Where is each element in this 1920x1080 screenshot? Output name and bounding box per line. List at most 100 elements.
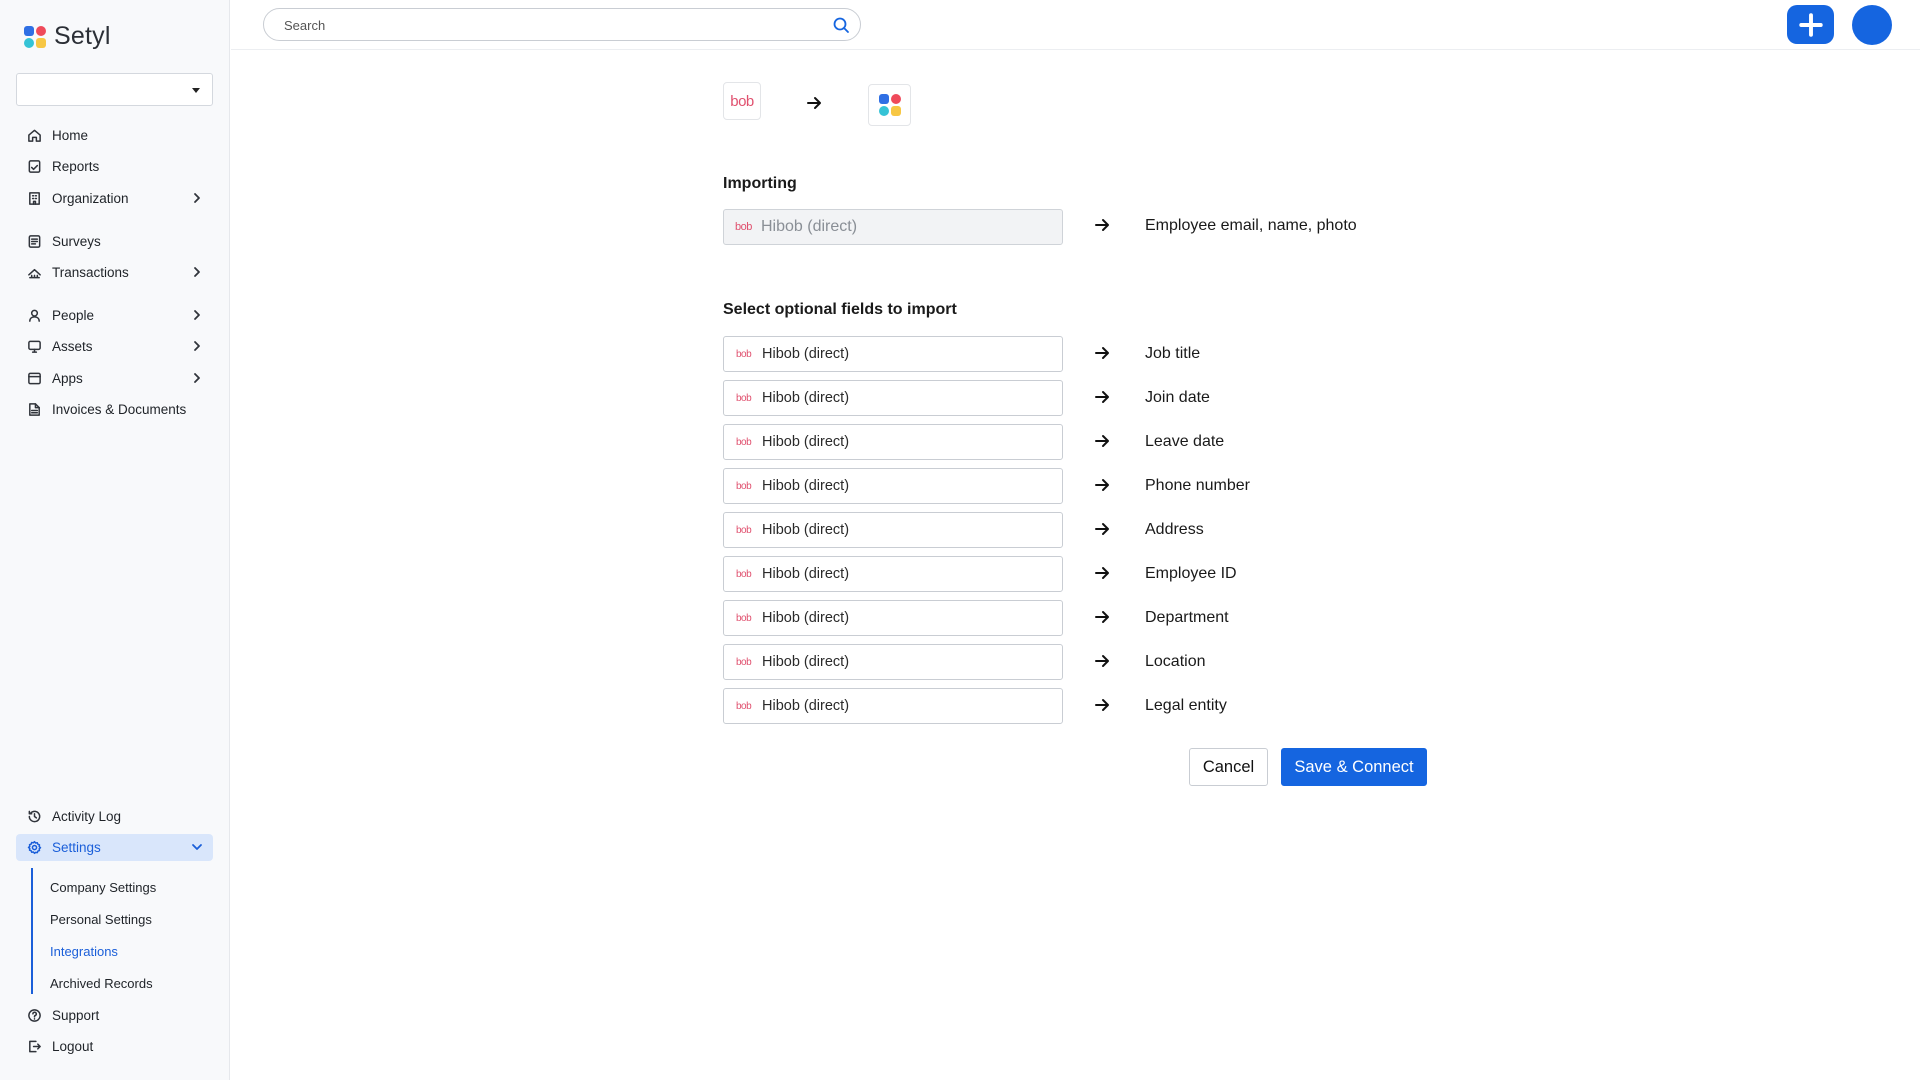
sidebar-item-apps[interactable]: Apps bbox=[16, 365, 213, 392]
arrow-right-icon bbox=[1094, 565, 1112, 583]
importing-title: Importing bbox=[723, 175, 797, 192]
field-source-select[interactable]: bob Hibob (direct) bbox=[723, 556, 1063, 592]
logout-icon bbox=[26, 1039, 42, 1055]
field-source-select[interactable]: bob Hibob (direct) bbox=[723, 336, 1063, 372]
sidebar-item-label: Transactions bbox=[52, 265, 129, 280]
sidebar-item-logout[interactable]: Logout bbox=[16, 1033, 213, 1060]
chevron-right-icon bbox=[191, 340, 203, 352]
field-target-label: Job title bbox=[1145, 345, 1201, 362]
field-value: Hibob (direct) bbox=[762, 434, 850, 450]
brand-logo[interactable]: Setyl bbox=[24, 22, 111, 51]
sidebar-item-activity-log[interactable]: Activity Log bbox=[16, 803, 213, 830]
settings-subnav: Company Settings Personal Settings Integ… bbox=[31, 868, 211, 994]
chevron-right-icon bbox=[191, 309, 203, 321]
sidebar-item-assets[interactable]: Assets bbox=[16, 333, 213, 360]
subnav-item-integrations[interactable]: Integrations bbox=[50, 944, 118, 959]
field-source-select[interactable]: bob Hibob (direct) bbox=[723, 380, 1063, 416]
subnav-item-company-settings[interactable]: Company Settings bbox=[50, 880, 156, 895]
home-icon bbox=[26, 128, 42, 144]
field-value: Hibob (direct) bbox=[762, 610, 850, 626]
sidebar-item-surveys[interactable]: Surveys bbox=[16, 228, 213, 255]
hibob-logo-icon: bob bbox=[736, 348, 752, 360]
hibob-logo-icon: bob bbox=[736, 700, 752, 712]
importing-source-field: bob Hibob (direct) bbox=[723, 209, 1063, 245]
field-source-select[interactable]: bob Hibob (direct) bbox=[723, 644, 1063, 680]
field-source-select[interactable]: bob Hibob (direct) bbox=[723, 424, 1063, 460]
field-target-label: Join date bbox=[1145, 389, 1210, 406]
field-source-select[interactable]: bob Hibob (direct) bbox=[723, 688, 1063, 724]
caret-down-icon bbox=[192, 88, 200, 93]
search-icon[interactable] bbox=[832, 16, 850, 34]
chevron-right-icon bbox=[191, 192, 203, 204]
sidebar-item-label: Assets bbox=[52, 339, 93, 354]
search-box bbox=[263, 8, 861, 41]
sidebar-item-invoices[interactable]: Invoices & Documents bbox=[16, 396, 213, 423]
field-target-label: Leave date bbox=[1145, 433, 1225, 450]
arrow-right-icon bbox=[1094, 609, 1112, 627]
cancel-button[interactable]: Cancel bbox=[1189, 748, 1268, 786]
importing-target: Employee email, name, photo bbox=[1145, 217, 1357, 234]
help-icon bbox=[26, 1008, 42, 1024]
hibob-logo-icon: bob bbox=[736, 568, 752, 580]
sidebar-item-reports[interactable]: Reports bbox=[16, 153, 213, 180]
arrow-right-icon bbox=[1094, 697, 1112, 715]
sidebar-item-label: Invoices & Documents bbox=[52, 402, 187, 417]
arrow-right-icon bbox=[1094, 653, 1112, 671]
arrow-right-icon bbox=[1094, 217, 1112, 235]
history-icon bbox=[26, 809, 42, 825]
chevron-right-icon bbox=[191, 372, 203, 384]
transactions-icon bbox=[26, 265, 42, 281]
chevron-down-icon bbox=[191, 841, 203, 853]
optional-fields-title: Select optional fields to import bbox=[723, 301, 957, 318]
add-button[interactable] bbox=[1787, 5, 1834, 44]
arrow-right-icon bbox=[1094, 521, 1112, 539]
field-value: Hibob (direct) bbox=[762, 390, 850, 406]
gear-icon bbox=[26, 840, 42, 856]
sidebar-item-settings[interactable]: Settings bbox=[16, 834, 213, 861]
sidebar-item-transactions[interactable]: Transactions bbox=[16, 259, 213, 286]
building-icon bbox=[26, 191, 42, 207]
field-value: Hibob (direct) bbox=[762, 346, 850, 362]
hibob-logo-icon: bob bbox=[735, 221, 752, 233]
field-value: Hibob (direct) bbox=[762, 698, 850, 714]
hibob-logo-icon: bob bbox=[736, 480, 752, 492]
sidebar-item-support[interactable]: Support bbox=[16, 1002, 213, 1029]
field-target-label: Department bbox=[1145, 609, 1229, 626]
hibob-logo-icon: bob bbox=[736, 656, 752, 668]
organization-select[interactable] bbox=[16, 73, 213, 106]
field-source-select[interactable]: bob Hibob (direct) bbox=[723, 512, 1063, 548]
hibob-logo: bob bbox=[723, 82, 761, 120]
sidebar-item-label: Logout bbox=[52, 1039, 94, 1054]
apps-icon bbox=[26, 371, 42, 387]
top-bar bbox=[231, 0, 1920, 50]
hibob-logo-icon: bob bbox=[736, 436, 752, 448]
avatar[interactable] bbox=[1852, 5, 1892, 45]
reports-icon bbox=[26, 159, 42, 175]
field-source-select[interactable]: bob Hibob (direct) bbox=[723, 468, 1063, 504]
field-value: Hibob (direct) bbox=[762, 566, 850, 582]
sidebar-item-organization[interactable]: Organization bbox=[16, 185, 213, 212]
field-value: Hibob (direct) bbox=[761, 218, 858, 235]
setyl-logo-icon bbox=[24, 25, 46, 48]
field-source-select[interactable]: bob Hibob (direct) bbox=[723, 600, 1063, 636]
sidebar-item-home[interactable]: Home bbox=[16, 122, 213, 149]
arrow-right-icon bbox=[1094, 389, 1112, 407]
field-value: Hibob (direct) bbox=[762, 478, 850, 494]
person-icon bbox=[26, 308, 42, 324]
subnav-item-archived-records[interactable]: Archived Records bbox=[50, 976, 153, 991]
field-target-label: Location bbox=[1145, 653, 1206, 670]
field-target-label: Phone number bbox=[1145, 477, 1250, 494]
save-connect-button[interactable]: Save & Connect bbox=[1281, 748, 1427, 786]
field-value: Hibob (direct) bbox=[762, 654, 850, 670]
field-target-label: Address bbox=[1145, 521, 1204, 538]
hibob-logo-icon: bob bbox=[736, 392, 752, 404]
hibob-logo-text: bob bbox=[730, 92, 754, 110]
sidebar-item-label: Home bbox=[52, 128, 89, 143]
sidebar-item-people[interactable]: People bbox=[16, 302, 213, 329]
setyl-target-logo bbox=[868, 84, 911, 126]
chevron-right-icon bbox=[191, 266, 203, 278]
arrow-right-icon bbox=[1094, 477, 1112, 495]
subnav-item-personal-settings[interactable]: Personal Settings bbox=[50, 912, 152, 927]
setyl-logo-icon bbox=[878, 94, 901, 116]
search-input[interactable] bbox=[284, 16, 804, 34]
